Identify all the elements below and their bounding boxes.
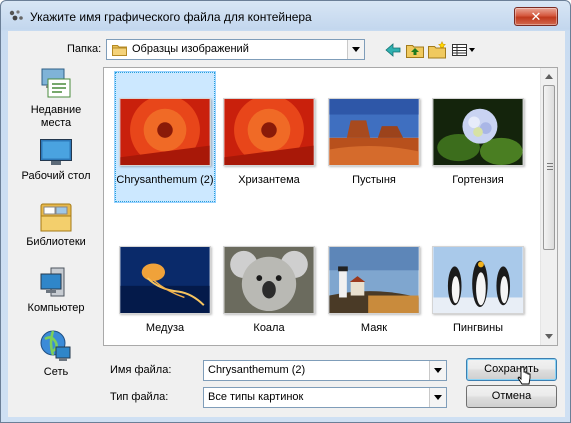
dialog-body: Папка: Образцы изображений Недавние мест… — [8, 31, 565, 417]
place-network[interactable]: Сеть — [16, 329, 96, 379]
filename-value: Chrysanthemum (2) — [208, 364, 306, 376]
thumbnail-desert — [328, 98, 420, 166]
mouse-cursor-icon — [517, 366, 531, 385]
cancel-button[interactable]: Отмена — [466, 385, 557, 408]
file-name: Chrysanthemum (2) — [116, 174, 214, 186]
desktop-icon — [40, 139, 72, 165]
file-name: Коала — [253, 322, 285, 334]
view-menu-icon[interactable] — [451, 41, 477, 59]
place-computer[interactable]: Компьютер — [16, 265, 96, 315]
back-arrow-icon[interactable] — [383, 41, 403, 59]
filetype-select[interactable]: Все типы картинок — [203, 387, 447, 408]
filename-combo[interactable]: Chrysanthemum (2) — [203, 360, 447, 381]
file-tile[interactable]: Коала — [219, 246, 319, 335]
scroll-up-icon[interactable] — [545, 74, 553, 79]
file-tile[interactable]: Пингвины — [428, 246, 528, 335]
thumbnail-penguins — [432, 246, 524, 314]
file-name: Хризантема — [238, 174, 300, 186]
place-recent[interactable]: Недавние места — [16, 67, 96, 130]
file-tile[interactable]: Медуза — [115, 246, 215, 335]
file-tile[interactable]: Chrysanthemum (2) — [114, 71, 216, 203]
title-bar[interactable]: Укажите имя графического файла для конте… — [1, 1, 570, 31]
place-label: Библиотеки — [26, 236, 86, 248]
chevron-down-icon[interactable] — [429, 388, 446, 407]
folder-label: Папка: — [67, 43, 102, 55]
place-label: Рабочий стол — [21, 170, 91, 182]
filetype-label: Тип файла: — [110, 391, 169, 403]
thumbnail-koala — [223, 246, 315, 314]
file-tile[interactable]: Маяк — [324, 246, 424, 335]
file-list[interactable]: Chrysanthemum (2) Хризантема Пустыня Гор… — [103, 67, 558, 346]
folder-icon — [112, 45, 127, 56]
chevron-down-icon[interactable] — [347, 40, 364, 59]
thumbnail-chrysanthemum — [223, 98, 315, 166]
folder-select[interactable]: Образцы изображений — [106, 39, 365, 60]
save-button[interactable]: Сохранить — [466, 358, 557, 381]
folder-value: Образцы изображений — [132, 43, 249, 55]
file-list-scrollbar[interactable] — [540, 68, 557, 345]
scroll-down-icon[interactable] — [545, 334, 553, 339]
close-button[interactable]: ✕ — [514, 7, 558, 26]
libraries-icon — [40, 203, 72, 232]
recent-places-icon — [41, 68, 71, 98]
new-folder-icon[interactable] — [427, 41, 447, 59]
up-folder-icon[interactable] — [405, 41, 425, 59]
place-libraries[interactable]: Библиотеки — [16, 201, 96, 249]
save-image-dialog: Укажите имя графического файла для конте… — [0, 0, 571, 423]
file-name: Медуза — [145, 322, 185, 334]
file-name: Пустыня — [352, 174, 396, 186]
place-label: Недавние места — [30, 104, 82, 129]
thumbnail-hydrangea — [432, 98, 524, 166]
place-label: Компьютер — [27, 302, 85, 314]
app-icon — [9, 10, 23, 21]
file-name: Пингвины — [452, 322, 504, 334]
file-tile[interactable]: Хризантема — [219, 98, 319, 187]
file-tile[interactable]: Пустыня — [324, 98, 424, 187]
computer-icon — [40, 267, 65, 297]
thumbnail-chrysanthemum — [119, 98, 211, 166]
scrollbar-thumb[interactable] — [543, 85, 555, 250]
window-title: Укажите имя графического файла для конте… — [30, 10, 312, 24]
file-tile[interactable]: Гортензия — [428, 98, 528, 187]
chevron-down-icon[interactable] — [429, 361, 446, 380]
file-name: Гортензия — [452, 174, 504, 186]
place-desktop[interactable]: Рабочий стол — [16, 137, 96, 183]
filename-label: Имя файла: — [110, 364, 172, 376]
file-name: Маяк — [360, 322, 388, 334]
places-bar: Недавние места Рабочий стол Библиотеки К… — [16, 67, 96, 407]
thumbnail-jellyfish — [119, 246, 211, 314]
filetype-value: Все типы картинок — [208, 391, 304, 403]
place-label: Сеть — [43, 366, 69, 378]
thumbnail-lighthouse — [328, 246, 420, 314]
network-icon — [40, 330, 71, 361]
